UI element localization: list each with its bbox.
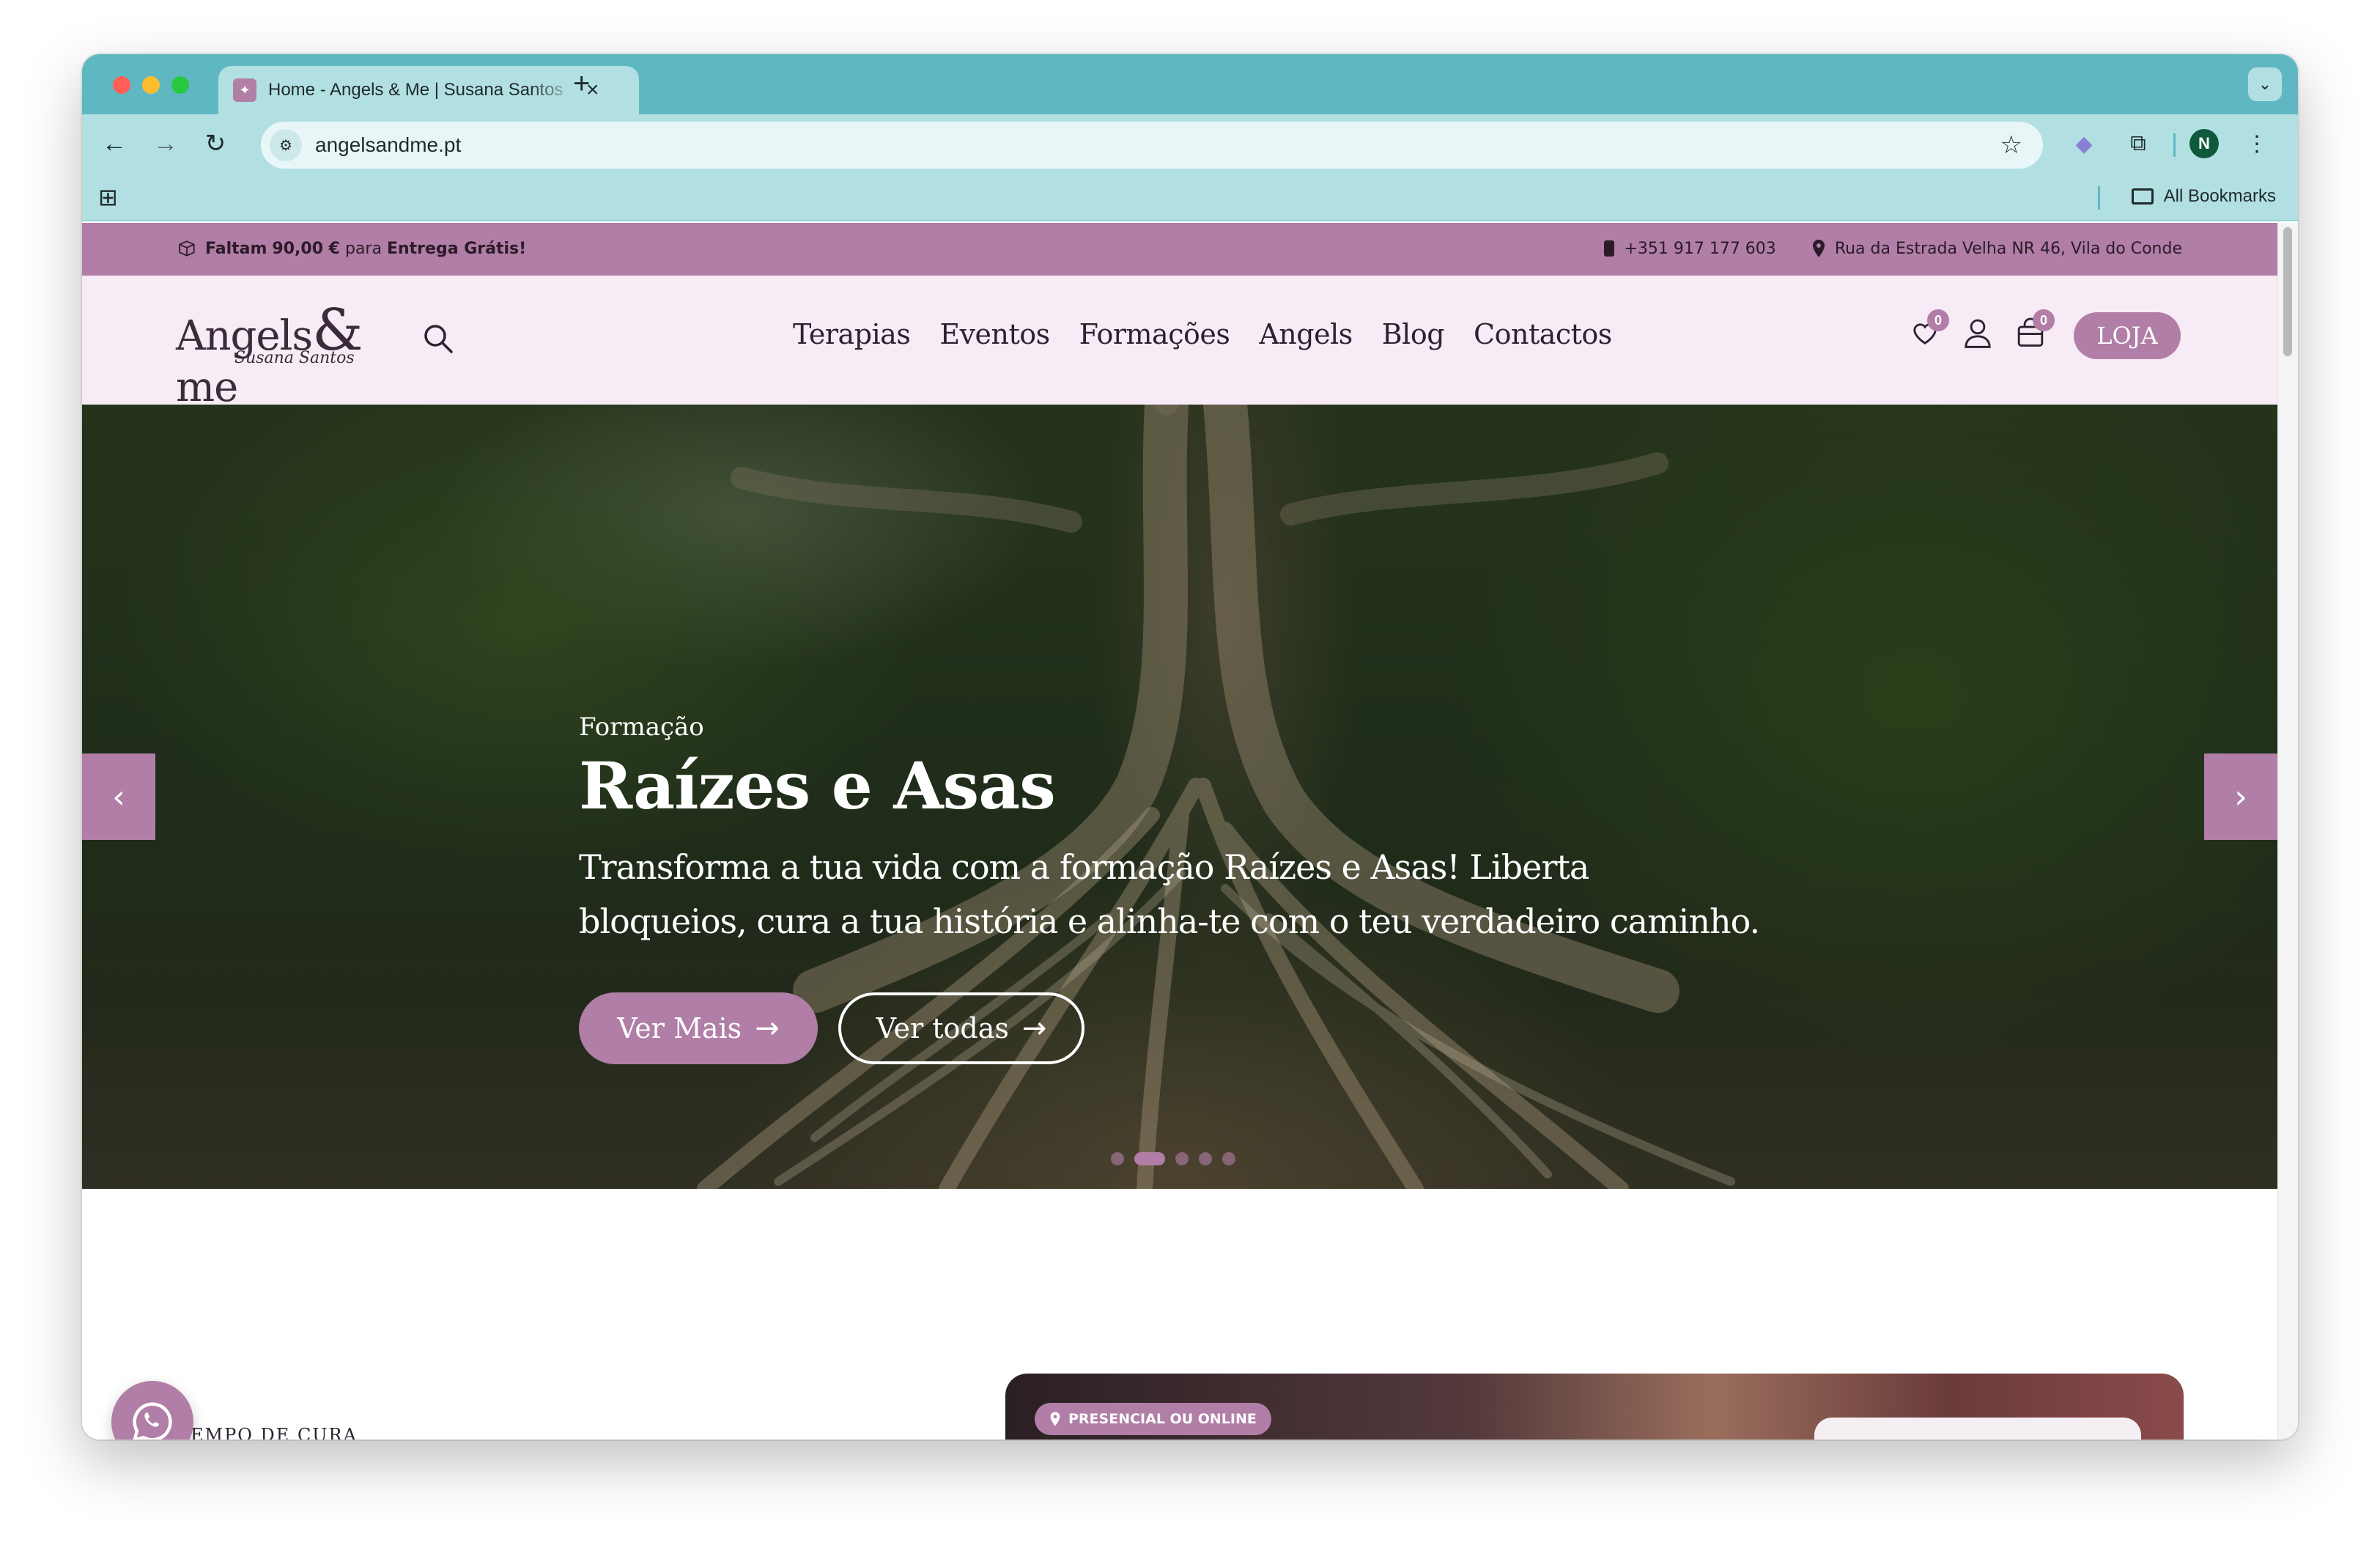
hero-kicker: Formação: [579, 712, 704, 742]
ver-mais-label: Ver Mais: [617, 1012, 742, 1044]
nav-angels[interactable]: Angels: [1259, 318, 1353, 350]
favicon-icon: ✦: [233, 78, 256, 102]
extension-icon[interactable]: ◆: [2066, 126, 2102, 161]
event-card[interactable]: PRESENCIAL OU ONLINE: [1005, 1374, 2184, 1440]
main-nav: Terapias Eventos Formações Angels Blog C…: [793, 318, 1612, 350]
all-bookmarks-label: All Bookmarks: [2163, 186, 2276, 206]
section-label: TEMPO DE CURA: [177, 1425, 358, 1440]
back-button[interactable]: ←: [98, 128, 130, 160]
slider-dot[interactable]: [1222, 1152, 1235, 1165]
wishlist-count-badge: 0: [1927, 309, 1949, 331]
site-info-icon[interactable]: ⚙: [270, 129, 302, 161]
site-header: Angels& me Susana Santos Terapias Evento…: [82, 276, 2277, 411]
hero-title: Raízes e Asas: [579, 748, 1056, 824]
all-bookmarks-button[interactable]: All Bookmarks: [2131, 186, 2276, 207]
profile-avatar: N: [2189, 129, 2219, 158]
hero-next-button[interactable]: ›: [2204, 753, 2277, 840]
minimize-window-button[interactable]: [142, 76, 160, 94]
hero-slider: ‹ › Formação Raízes e Asas Transforma a …: [82, 405, 2277, 1189]
slider-dot[interactable]: [1134, 1152, 1165, 1165]
user-icon: [1965, 319, 1991, 348]
browser-toolbar: ← → ↻ ⚙ angelsandme.pt ☆ ◆ ⧉ N ⋮: [82, 114, 2298, 173]
event-mode-tag: PRESENCIAL OU ONLINE: [1035, 1403, 1271, 1435]
arrow-right-icon: →: [1021, 1011, 1047, 1045]
nav-terapias[interactable]: Terapias: [793, 318, 911, 350]
whatsapp-icon: [133, 1402, 172, 1440]
site-logo[interactable]: Angels& me Susana Santos: [176, 298, 403, 411]
chevron-right-icon: ›: [2234, 778, 2247, 816]
tab-strip: ✦ Home - Angels & Me | Susana Santos × +…: [82, 54, 2298, 114]
nav-eventos[interactable]: Eventos: [939, 318, 1050, 350]
toolbar-separator: [2173, 133, 2176, 157]
phone-link[interactable]: +351 917 177 603: [1603, 239, 1776, 258]
forward-button[interactable]: →: [149, 128, 182, 160]
wishlist-button[interactable]: 0: [1907, 309, 1949, 355]
whatsapp-button[interactable]: [111, 1381, 193, 1440]
slider-dot[interactable]: [1111, 1152, 1124, 1165]
slider-dot[interactable]: [1199, 1152, 1212, 1165]
page-viewport: Faltam 90,00 € para Entrega Grátis! +351…: [82, 223, 2298, 1440]
shop-button[interactable]: LOJA: [2074, 312, 2181, 359]
ver-todas-button[interactable]: Ver todas →: [838, 992, 1084, 1064]
tab-search-button[interactable]: ⌄: [2248, 67, 2282, 101]
reload-button[interactable]: ↻: [199, 128, 232, 160]
cart-button[interactable]: 0: [2012, 309, 2055, 355]
ver-todas-label: Ver todas: [876, 1012, 1009, 1044]
close-window-button[interactable]: [113, 76, 130, 94]
apps-grid-icon[interactable]: ⊞: [98, 183, 118, 211]
tab-title: Home - Angels & Me | Susana Santos: [268, 80, 563, 100]
bookmark-star-icon[interactable]: ☆: [2000, 130, 2022, 160]
package-icon: [179, 240, 195, 257]
browser-window: ✦ Home - Angels & Me | Susana Santos × +…: [82, 54, 2298, 1440]
profile-button[interactable]: N: [2187, 126, 2222, 161]
phone-number: +351 917 177 603: [1624, 239, 1776, 258]
nav-formacoes[interactable]: Formações: [1079, 318, 1230, 350]
logo-signature: Susana Santos: [234, 349, 355, 367]
address-link[interactable]: Rua da Estrada Velha NR 46, Vila do Cond…: [1811, 239, 2182, 258]
menu-kebab-icon[interactable]: ⋮: [2239, 126, 2274, 161]
announcement-bar: Faltam 90,00 € para Entrega Grátis! +351…: [82, 223, 2277, 276]
chevron-left-icon: ‹: [112, 778, 125, 816]
ver-mais-button[interactable]: Ver Mais →: [579, 992, 818, 1064]
nav-blog[interactable]: Blog: [1382, 318, 1445, 350]
arrow-right-icon: →: [755, 1011, 780, 1045]
nav-contactos[interactable]: Contactos: [1474, 318, 1612, 350]
account-button[interactable]: [1959, 311, 1996, 355]
cart-count-badge: 0: [2033, 309, 2055, 331]
scrollbar-thumb[interactable]: [2283, 227, 2292, 356]
bookmarks-bar: ⊞ All Bookmarks: [82, 173, 2298, 221]
card-overlay-panel: [1814, 1418, 2141, 1440]
hero-content: Formação Raízes e Asas Transforma a tua …: [579, 712, 1766, 1064]
search-icon[interactable]: [419, 320, 457, 358]
hero-description: Transforma a tua vida com a formação Raí…: [579, 847, 1760, 941]
event-mode-text: PRESENCIAL OU ONLINE: [1068, 1411, 1257, 1427]
folder-icon: [2131, 188, 2154, 204]
bookmarks-separator: [2098, 186, 2100, 210]
location-pin-icon: [1812, 240, 1825, 257]
address-bar[interactable]: ⚙ angelsandme.pt ☆: [261, 122, 2043, 169]
url-text: angelsandme.pt: [315, 133, 462, 156]
slider-dots: [1111, 1152, 1235, 1165]
phone-icon: [1604, 240, 1615, 257]
shipping-message: Faltam 90,00 € para Entrega Grátis!: [205, 239, 527, 258]
extensions-puzzle-icon[interactable]: ⧉: [2121, 126, 2156, 161]
page-scrollbar[interactable]: [2277, 223, 2298, 1440]
location-pin-icon: [1050, 1412, 1060, 1426]
slider-dot[interactable]: [1175, 1152, 1189, 1165]
hero-prev-button[interactable]: ‹: [82, 753, 155, 840]
maximize-window-button[interactable]: [171, 76, 189, 94]
new-tab-button[interactable]: +: [573, 67, 590, 100]
address-text: Rua da Estrada Velha NR 46, Vila do Cond…: [1834, 239, 2182, 258]
